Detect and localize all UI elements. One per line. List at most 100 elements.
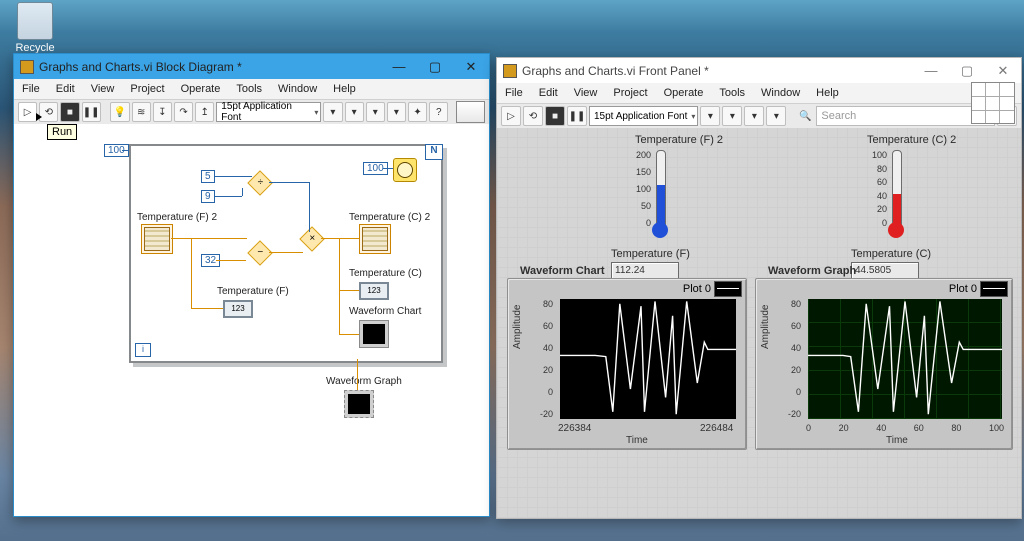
thermometer-f2[interactable]: 200 150 100 50 0: [629, 150, 671, 230]
wire: [122, 150, 129, 151]
front-panel-canvas[interactable]: Temperature (F) 2 200 150 100 50 0 Tempe…: [497, 128, 1021, 518]
highlight-exec-button[interactable]: 💡: [110, 102, 129, 122]
waveform-chart[interactable]: Waveform Chart Plot 0 Amplitude 80 60 40…: [507, 278, 747, 450]
wire: [357, 359, 358, 390]
wire: [269, 182, 309, 183]
window-title: Graphs and Charts.vi Block Diagram *: [39, 60, 381, 74]
menu-edit[interactable]: Edit: [531, 85, 566, 101]
menu-view[interactable]: View: [566, 85, 606, 101]
search-input[interactable]: Search: [816, 106, 995, 126]
loop-i-terminal[interactable]: i: [135, 343, 151, 357]
tick: 150: [629, 167, 651, 177]
label-temp-c2: Temperature (C) 2: [867, 134, 956, 146]
label-temp-f: Temperature (F): [217, 286, 289, 297]
for-loop[interactable]: N i 5 9 32 100 Temperature (F) 2 Tempera…: [129, 144, 443, 363]
menu-file[interactable]: File: [14, 81, 48, 97]
abort-button[interactable]: ■: [60, 102, 79, 122]
divide-node[interactable]: ÷: [247, 170, 272, 195]
y-axis-label: Amplitude: [512, 305, 523, 349]
multiply-node[interactable]: ×: [299, 226, 324, 251]
menu-help[interactable]: Help: [325, 81, 364, 97]
abort-button[interactable]: ■: [545, 106, 565, 126]
menu-project[interactable]: Project: [605, 85, 655, 101]
reorder-button[interactable]: ▾: [387, 102, 406, 122]
menubar: File Edit View Project Operate Tools Win…: [497, 83, 1021, 104]
menu-project[interactable]: Project: [122, 81, 172, 97]
label-temp-c2: Temperature (C) 2: [349, 212, 430, 223]
retain-wire-button[interactable]: ≋: [132, 102, 151, 122]
waveform-chart-terminal[interactable]: [359, 320, 389, 348]
wire: [214, 196, 242, 197]
loop-n-terminal[interactable]: N: [425, 144, 443, 160]
menubar: File Edit View Project Operate Tools Win…: [14, 79, 489, 100]
font-label: 15pt Application Font: [221, 101, 310, 123]
close-button[interactable]: ✕: [985, 60, 1021, 82]
menu-operate[interactable]: Operate: [656, 85, 712, 101]
align-button[interactable]: ▾: [700, 106, 720, 126]
plot-legend[interactable]: Plot 0: [949, 281, 1008, 297]
waveform-graph-terminal[interactable]: [344, 390, 374, 418]
maximize-button[interactable]: ▢: [417, 56, 453, 78]
context-help-button[interactable]: ?: [429, 102, 448, 122]
distribute-button[interactable]: ▾: [345, 102, 364, 122]
menu-tools[interactable]: Tools: [228, 81, 270, 97]
pause-button[interactable]: ❚❚: [82, 102, 101, 122]
run-continuous-button[interactable]: ⟲: [39, 102, 58, 122]
indicator-temp-c[interactable]: 123: [359, 282, 389, 300]
connector-pane[interactable]: [971, 82, 1015, 124]
menu-window[interactable]: Window: [270, 81, 325, 97]
menu-file[interactable]: File: [497, 85, 531, 101]
font-select[interactable]: 15pt Application Font: [589, 106, 698, 126]
search-icon: 🔍: [796, 107, 814, 125]
window-front-panel[interactable]: Graphs and Charts.vi Front Panel * — ▢ ✕…: [496, 57, 1022, 519]
wire: [321, 238, 359, 239]
step-out-button[interactable]: ↥: [195, 102, 214, 122]
font-select[interactable]: 15pt Application Font: [216, 102, 321, 122]
chart-title: Waveform Graph: [768, 265, 856, 277]
maximize-button[interactable]: ▢: [949, 60, 985, 82]
step-into-button[interactable]: ↧: [153, 102, 172, 122]
resize-button[interactable]: ▾: [366, 102, 385, 122]
step-over-button[interactable]: ↷: [174, 102, 193, 122]
block-diagram-canvas[interactable]: 100 N i 5 9 32 100 Temperature (F) 2 Tem…: [14, 124, 489, 516]
constant-9[interactable]: 9: [201, 190, 215, 203]
vi-icon-editor[interactable]: [456, 101, 485, 123]
labview-vi-icon: [20, 60, 34, 74]
minimize-button[interactable]: —: [913, 60, 949, 82]
legend-label: Plot 0: [949, 283, 977, 295]
thermometer-f2-terminal[interactable]: [141, 224, 173, 254]
waveform-graph[interactable]: Waveform Graph Plot 0 Amplitude 80 60 40…: [755, 278, 1013, 450]
indicator-temp-f[interactable]: 123: [223, 300, 253, 318]
subtract-node[interactable]: −: [247, 240, 272, 265]
constant-5[interactable]: 5: [201, 170, 215, 183]
reorder-button[interactable]: ▾: [766, 106, 786, 126]
wait-ms-node[interactable]: [393, 158, 417, 182]
minimize-button[interactable]: —: [381, 56, 417, 78]
thermometer-c2-terminal[interactable]: [359, 224, 391, 254]
menu-edit[interactable]: Edit: [48, 81, 83, 97]
x-tick: 226384: [558, 423, 591, 434]
cleanup-button[interactable]: ✦: [408, 102, 427, 122]
run-button[interactable]: ▷: [501, 106, 521, 126]
menu-view[interactable]: View: [83, 81, 123, 97]
tick: 60: [865, 177, 887, 187]
menu-help[interactable]: Help: [808, 85, 847, 101]
plot-legend[interactable]: Plot 0: [683, 281, 742, 297]
resize-button[interactable]: ▾: [744, 106, 764, 126]
close-button[interactable]: ✕: [453, 56, 489, 78]
run-continuous-button[interactable]: ⟲: [523, 106, 543, 126]
run-button[interactable]: ▷: [18, 102, 37, 122]
plot-area[interactable]: [560, 299, 736, 419]
titlebar[interactable]: Graphs and Charts.vi Front Panel * — ▢ ✕: [497, 58, 1021, 83]
menu-operate[interactable]: Operate: [173, 81, 229, 97]
distribute-button[interactable]: ▾: [722, 106, 742, 126]
align-button[interactable]: ▾: [323, 102, 342, 122]
tick: 80: [788, 299, 801, 309]
window-block-diagram[interactable]: Graphs and Charts.vi Block Diagram * — ▢…: [13, 53, 490, 517]
menu-tools[interactable]: Tools: [711, 85, 753, 101]
menu-window[interactable]: Window: [753, 85, 808, 101]
titlebar[interactable]: Graphs and Charts.vi Block Diagram * — ▢…: [14, 54, 489, 79]
thermometer-c2[interactable]: 100 80 60 40 20 0: [865, 150, 907, 230]
pause-button[interactable]: ❚❚: [567, 106, 587, 126]
plot-area[interactable]: [808, 299, 1002, 419]
